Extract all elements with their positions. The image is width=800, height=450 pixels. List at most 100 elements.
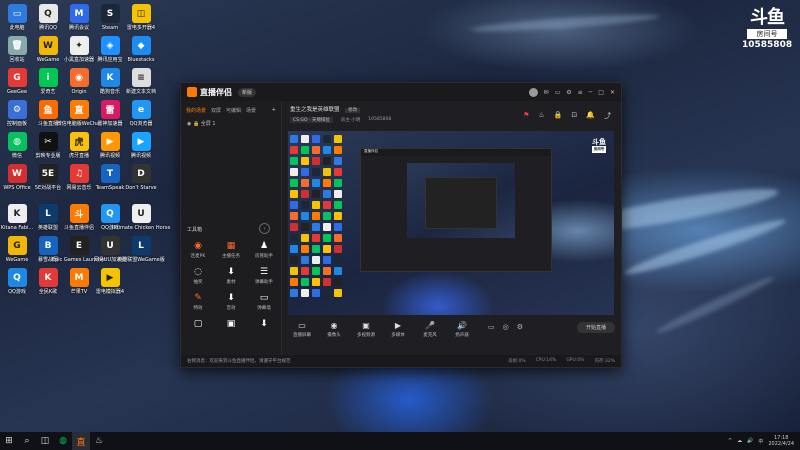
desktop-icon[interactable]: L 英雄联盟 <box>32 204 64 231</box>
desktop-icon[interactable]: M 腾讯会议 <box>63 4 95 31</box>
desktop-icon[interactable]: ⚙ 控制面板 <box>1 100 33 127</box>
desktop-icon[interactable]: G GeeGee <box>1 68 33 95</box>
tray-expand-icon[interactable]: ^ <box>728 438 732 444</box>
desktop-icon[interactable]: E Epic Games Launcher <box>52 236 106 263</box>
desktop-icon[interactable]: W WPS Office <box>1 164 33 191</box>
desktop-icon[interactable]: ✦ 小黑盒加速器 <box>63 36 95 63</box>
desktop-icon[interactable]: 5E 5E对战平台 <box>32 164 64 191</box>
tool-button[interactable]: ▣ <box>218 319 244 331</box>
desktop-icon[interactable]: ✂ 剪映专业版 <box>32 132 64 159</box>
tool-button[interactable]: ☰ 弹幕助手 <box>251 267 277 285</box>
source-control[interactable]: 🎤 麦克风 <box>416 321 444 338</box>
steam-taskbar-icon[interactable]: ♨ <box>90 432 108 450</box>
desktop-icon[interactable]: 🗑 回收站 <box>1 36 33 63</box>
tab-scene[interactable]: 场景 <box>246 107 256 114</box>
stream-preview[interactable]: 直播伴侣 斗鱼 房间号 <box>288 131 614 315</box>
desktop-icon[interactable]: ◈ 腾讯应用宝 <box>94 36 126 63</box>
source-control[interactable]: ▭ 直播屏幕 <box>288 321 316 338</box>
source-control[interactable]: 🔊 扬声器 <box>448 321 476 338</box>
desktop-icon[interactable]: ≡ 新建文本文档 <box>125 68 157 95</box>
desktop-icon[interactable]: ◆ Bluestacks <box>125 36 157 63</box>
network-icon[interactable]: ☁ <box>737 438 742 444</box>
search-icon[interactable]: ⌕ <box>18 432 36 450</box>
desktop-icon[interactable]: T TeamSpeak <box>94 164 126 191</box>
desktop-icon[interactable]: D Don't Starve <box>125 164 157 191</box>
tab-dual-screen[interactable]: 双屏 <box>211 107 221 114</box>
record-icon[interactable]: ▭ <box>488 323 495 331</box>
desktop-icon[interactable]: ◉ Origin <box>63 68 95 95</box>
gift-icon[interactable]: ♨ <box>538 111 544 121</box>
desktop-icon[interactable]: U Ultimate Chicken Horse <box>112 204 170 231</box>
desktop-icon[interactable]: G WeGame <box>1 236 33 263</box>
category-select[interactable]: CS:GO · 天梯排位 <box>290 117 333 123</box>
desktop-icon[interactable]: 虎虎牙直播 <box>63 132 95 159</box>
task-view-icon[interactable]: ◫ <box>36 432 54 450</box>
share-icon[interactable]: ⤴ <box>604 111 611 121</box>
edit-title-button[interactable]: 修改 <box>345 108 361 113</box>
maximize-button[interactable]: □ <box>598 89 604 96</box>
desktop-icon[interactable]: ♫ 网易云音乐 <box>63 164 95 191</box>
desktop-icon[interactable]: K 全民K歌 <box>32 268 64 295</box>
tab-editable[interactable]: 可编辑 <box>226 107 241 114</box>
desktop-icon[interactable]: i 爱奇艺 <box>32 68 64 95</box>
source-control[interactable]: ▣ 多视频源 <box>352 321 380 338</box>
popout-icon[interactable]: ⊡ <box>571 111 577 121</box>
message-icon[interactable]: ✉ <box>544 89 549 96</box>
source-control[interactable]: ▶ 多媒体 <box>384 321 412 338</box>
tab-my-scenes[interactable]: 我的场景 <box>186 107 206 114</box>
desktop-icon[interactable]: 斗斗鱼直播伴侣 <box>63 204 95 231</box>
streaming-app-taskbar-icon[interactable]: 直 <box>72 432 90 450</box>
scene-item[interactable]: ◉ 🔒 全屏 1 <box>181 117 281 130</box>
add-scene-icon[interactable]: + <box>272 107 276 114</box>
lock-icon[interactable]: 🔒 <box>554 111 563 121</box>
eye-icon[interactable]: ◉ <box>187 121 191 127</box>
volume-icon[interactable]: 🔊 <box>747 438 753 444</box>
desktop-icon[interactable]: e QQ浏览器 <box>125 100 157 127</box>
desktop-icon[interactable]: ▶ 腾讯视频 <box>94 132 126 159</box>
ime-icon[interactable]: 中 <box>758 438 763 445</box>
desktop-icon[interactable]: S Steam <box>94 4 126 31</box>
desktop-icon[interactable]: L 英雄联盟WeGame版 <box>117 236 165 263</box>
desktop-icon[interactable]: K 酷狗音乐 <box>94 68 126 95</box>
tool-button[interactable]: ▭ 弹幕墙 <box>251 293 277 311</box>
bell-icon[interactable]: 🔔 <box>586 111 595 121</box>
tool-button[interactable]: ♟ 房管助手 <box>251 241 277 259</box>
desktop-icon[interactable]: ◍ 微信 <box>1 132 33 159</box>
desktop-icon[interactable]: W WeGame <box>32 36 64 63</box>
desktop-icon[interactable]: Q QQ游戏 <box>1 268 33 295</box>
menu-icon[interactable]: ≡ <box>578 89 583 96</box>
tool-button[interactable]: ◌ 抽奖 <box>185 267 211 285</box>
toolbox-expand-icon[interactable]: › <box>259 223 270 234</box>
tool-button[interactable]: ⬇ 素材 <box>218 267 244 285</box>
tool-button[interactable]: ✎ 特效 <box>185 293 211 311</box>
tool-button[interactable]: ▦ 主播任务 <box>218 241 244 259</box>
tool-button[interactable]: ⬇ <box>251 319 277 331</box>
settings-icon[interactable]: ⚙ <box>517 323 523 331</box>
wechat-taskbar-icon[interactable]: ◍ <box>54 432 72 450</box>
desktop-icon[interactable]: K Kitana Fabi... <box>1 204 33 231</box>
tool-button[interactable]: ▢ <box>185 319 211 331</box>
start-live-button[interactable]: 开始直播 <box>577 322 615 333</box>
avatar[interactable] <box>528 87 538 97</box>
source-control[interactable]: ◉ 摄像头 <box>320 321 348 338</box>
desktop-icon[interactable]: Q 腾讯QQ <box>32 4 64 31</box>
clock[interactable]: 17:18 2022/4/24 <box>768 435 794 447</box>
desktop-icon[interactable]: 雷雷神加速器 <box>94 100 126 127</box>
desktop-icon[interactable]: ◫ 雷电多开器4 <box>125 4 157 31</box>
desktop-icon[interactable]: M 芒果TV <box>63 268 95 295</box>
settings-icon[interactable]: ⚙ <box>566 89 571 96</box>
desktop-icon[interactable]: ▶ 雷电模拟器4 <box>94 268 126 295</box>
screen-icon[interactable]: ▭ <box>555 89 561 96</box>
close-button[interactable]: ✕ <box>610 89 615 96</box>
lock-icon[interactable]: 🔒 <box>193 121 199 127</box>
notification-flag-icon[interactable]: ⚑ <box>523 111 529 121</box>
desktop-icon[interactable]: ▭ 此电脑 <box>1 4 33 31</box>
desktop-icon[interactable]: ▶ 腾讯视频 <box>125 132 157 159</box>
version-badge[interactable]: 新版 <box>238 87 257 97</box>
tool-button[interactable]: ◉ 连麦PK <box>185 241 211 259</box>
start-icon[interactable]: ⊞ <box>0 432 18 450</box>
preview-toggle-icon[interactable]: ◎ <box>503 323 509 331</box>
tool-button[interactable]: ⬇ 音效 <box>218 293 244 311</box>
desktop-icon[interactable]: 直微信电脑版WeChat <box>57 100 101 127</box>
minimize-button[interactable]: ─ <box>589 89 593 96</box>
